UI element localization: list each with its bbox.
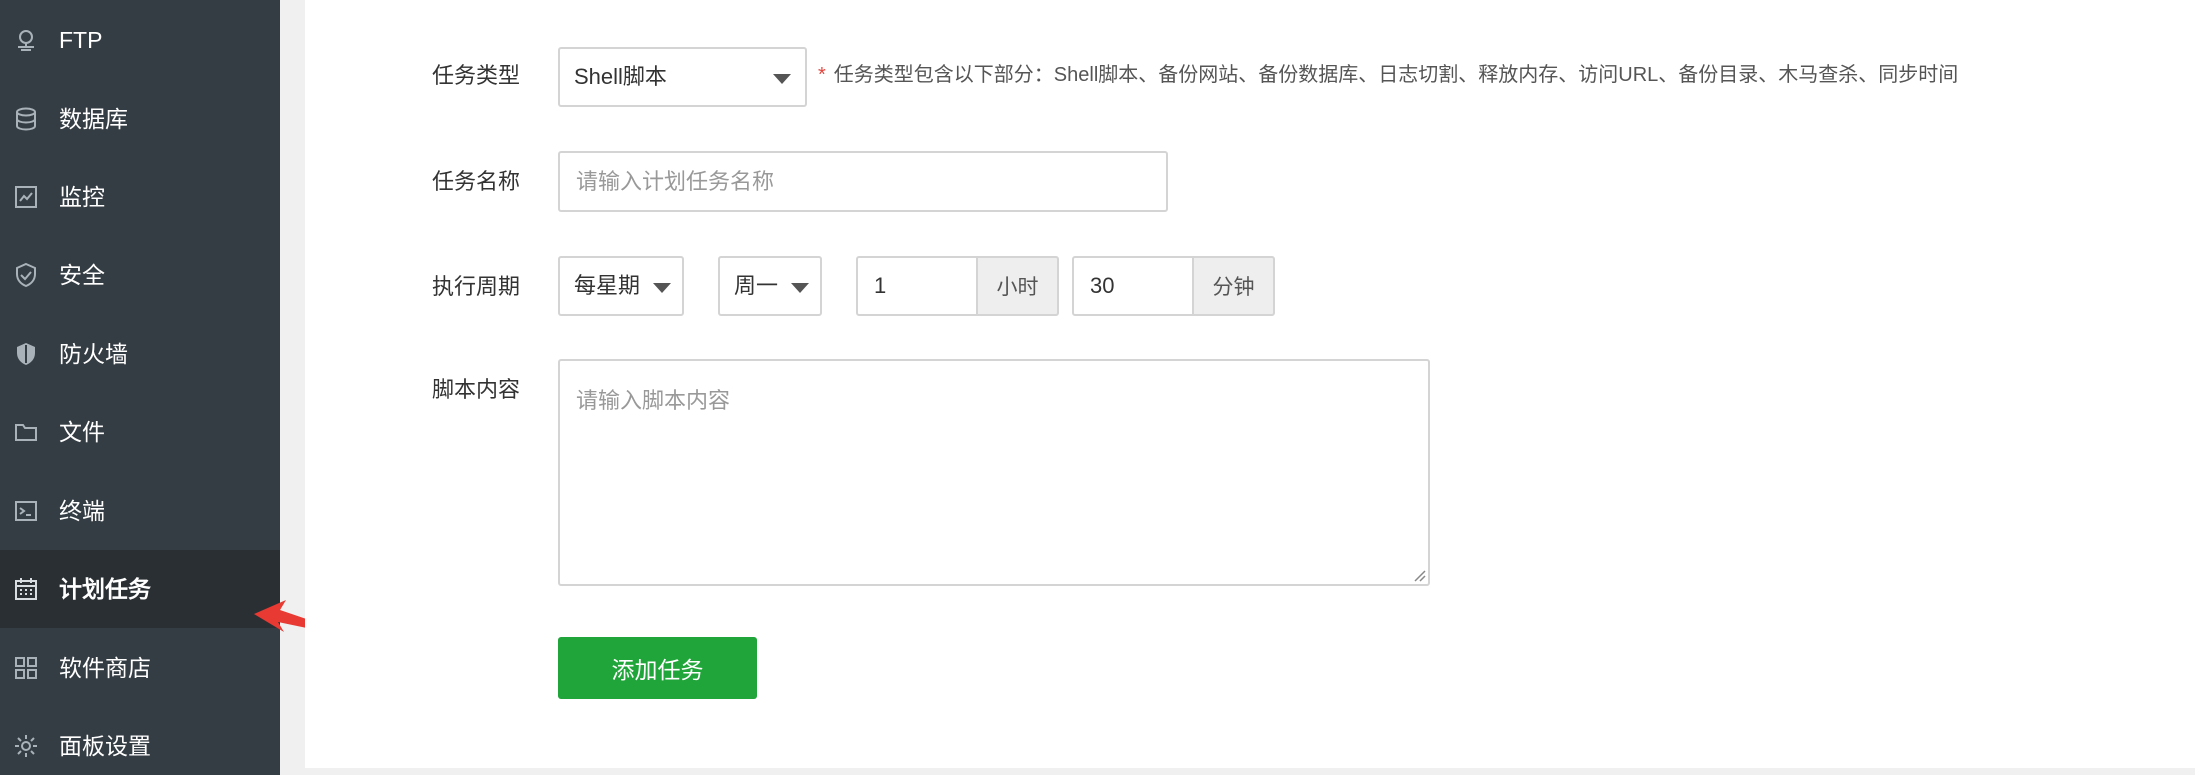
task-type-value: Shell脚本 bbox=[574, 64, 667, 89]
task-type-select[interactable]: Shell脚本 bbox=[558, 47, 807, 107]
script-placeholder: 请输入脚本内容 bbox=[576, 388, 731, 413]
sidebar-item-monitor[interactable]: 监控 bbox=[0, 158, 280, 236]
task-name-placeholder: 请输入计划任务名称 bbox=[576, 169, 775, 194]
period-label: 执行周期 bbox=[432, 274, 521, 299]
sidebar-item-database[interactable]: 数据库 bbox=[0, 80, 280, 158]
script-label: 脚本内容 bbox=[432, 377, 521, 402]
chevron-down-icon bbox=[653, 283, 671, 293]
task-type-hint: * 任务类型包含以下部分：Shell脚本、备份网站、备份数据库、日志切割、释放内存… bbox=[818, 60, 1958, 90]
sidebar-item-security[interactable]: 安全 bbox=[0, 236, 280, 314]
required-star: * bbox=[818, 64, 826, 86]
calendar-icon bbox=[13, 576, 39, 602]
period-weekday-select[interactable]: 周一 bbox=[718, 256, 822, 316]
sidebar-item-cron[interactable]: 计划任务 bbox=[0, 550, 280, 628]
sidebar-item-panel-settings[interactable]: 面板设置 bbox=[0, 707, 280, 775]
apps-grid-icon bbox=[13, 655, 39, 681]
period-minute-value: 30 bbox=[1090, 273, 1115, 298]
sidebar-item-firewall[interactable]: 防火墙 bbox=[0, 315, 280, 393]
terminal-icon bbox=[13, 498, 39, 524]
sidebar-item-app-store[interactable]: 软件商店 bbox=[0, 629, 280, 707]
task-name-label: 任务名称 bbox=[432, 169, 521, 194]
task-type-label: 任务类型 bbox=[432, 63, 521, 88]
chevron-down-icon bbox=[791, 283, 809, 293]
sidebar-item-label: 防火墙 bbox=[59, 341, 128, 367]
period-hour-unit: 小时 bbox=[977, 256, 1059, 316]
firewall-icon bbox=[13, 341, 39, 367]
sidebar-item-label: 文件 bbox=[59, 419, 105, 445]
shield-check-icon bbox=[13, 262, 39, 288]
task-type-hint-text: 任务类型包含以下部分：Shell脚本、备份网站、备份数据库、日志切割、释放内存、… bbox=[833, 64, 1959, 86]
task-name-input[interactable]: 请输入计划任务名称 bbox=[558, 151, 1168, 212]
sidebar-item-label: FTP bbox=[59, 27, 103, 53]
chevron-down-icon bbox=[773, 74, 791, 84]
period-minute-input[interactable]: 30 bbox=[1072, 256, 1194, 316]
sidebar-item-files[interactable]: 文件 bbox=[0, 393, 280, 471]
sidebar: FTP 数据库 监控 安全 防火墙 文件 终端 计划任务 软件商店 面板设置 bbox=[0, 0, 280, 775]
period-frequency-select[interactable]: 每星期 bbox=[558, 256, 684, 316]
database-icon bbox=[13, 106, 39, 132]
script-textarea[interactable]: 请输入脚本内容 bbox=[558, 359, 1430, 586]
folder-icon bbox=[13, 419, 39, 445]
monitor-icon bbox=[13, 184, 39, 210]
period-hour-value: 1 bbox=[874, 273, 887, 298]
period-hour-input[interactable]: 1 bbox=[856, 256, 978, 316]
sidebar-item-label: 安全 bbox=[59, 262, 105, 288]
resize-handle-icon[interactable] bbox=[1412, 568, 1426, 582]
ftp-icon bbox=[13, 27, 39, 53]
cron-task-form: 任务类型 Shell脚本 * 任务类型包含以下部分：Shell脚本、备份网站、备份… bbox=[305, 0, 2195, 768]
sidebar-item-label: 计划任务 bbox=[59, 576, 151, 602]
period-minute-unit: 分钟 bbox=[1193, 256, 1275, 316]
period-weekday-value: 周一 bbox=[734, 273, 779, 298]
sidebar-item-terminal[interactable]: 终端 bbox=[0, 472, 280, 550]
sidebar-item-label: 软件商店 bbox=[59, 655, 151, 681]
period-frequency-value: 每星期 bbox=[574, 273, 641, 298]
gear-icon bbox=[13, 733, 39, 759]
add-task-button[interactable]: 添加任务 bbox=[558, 637, 757, 699]
sidebar-item-label: 终端 bbox=[59, 498, 105, 524]
sidebar-item-label: 数据库 bbox=[59, 106, 128, 132]
sidebar-item-ftp[interactable]: FTP bbox=[0, 1, 280, 79]
sidebar-item-label: 面板设置 bbox=[59, 733, 151, 759]
sidebar-item-label: 监控 bbox=[59, 184, 105, 210]
